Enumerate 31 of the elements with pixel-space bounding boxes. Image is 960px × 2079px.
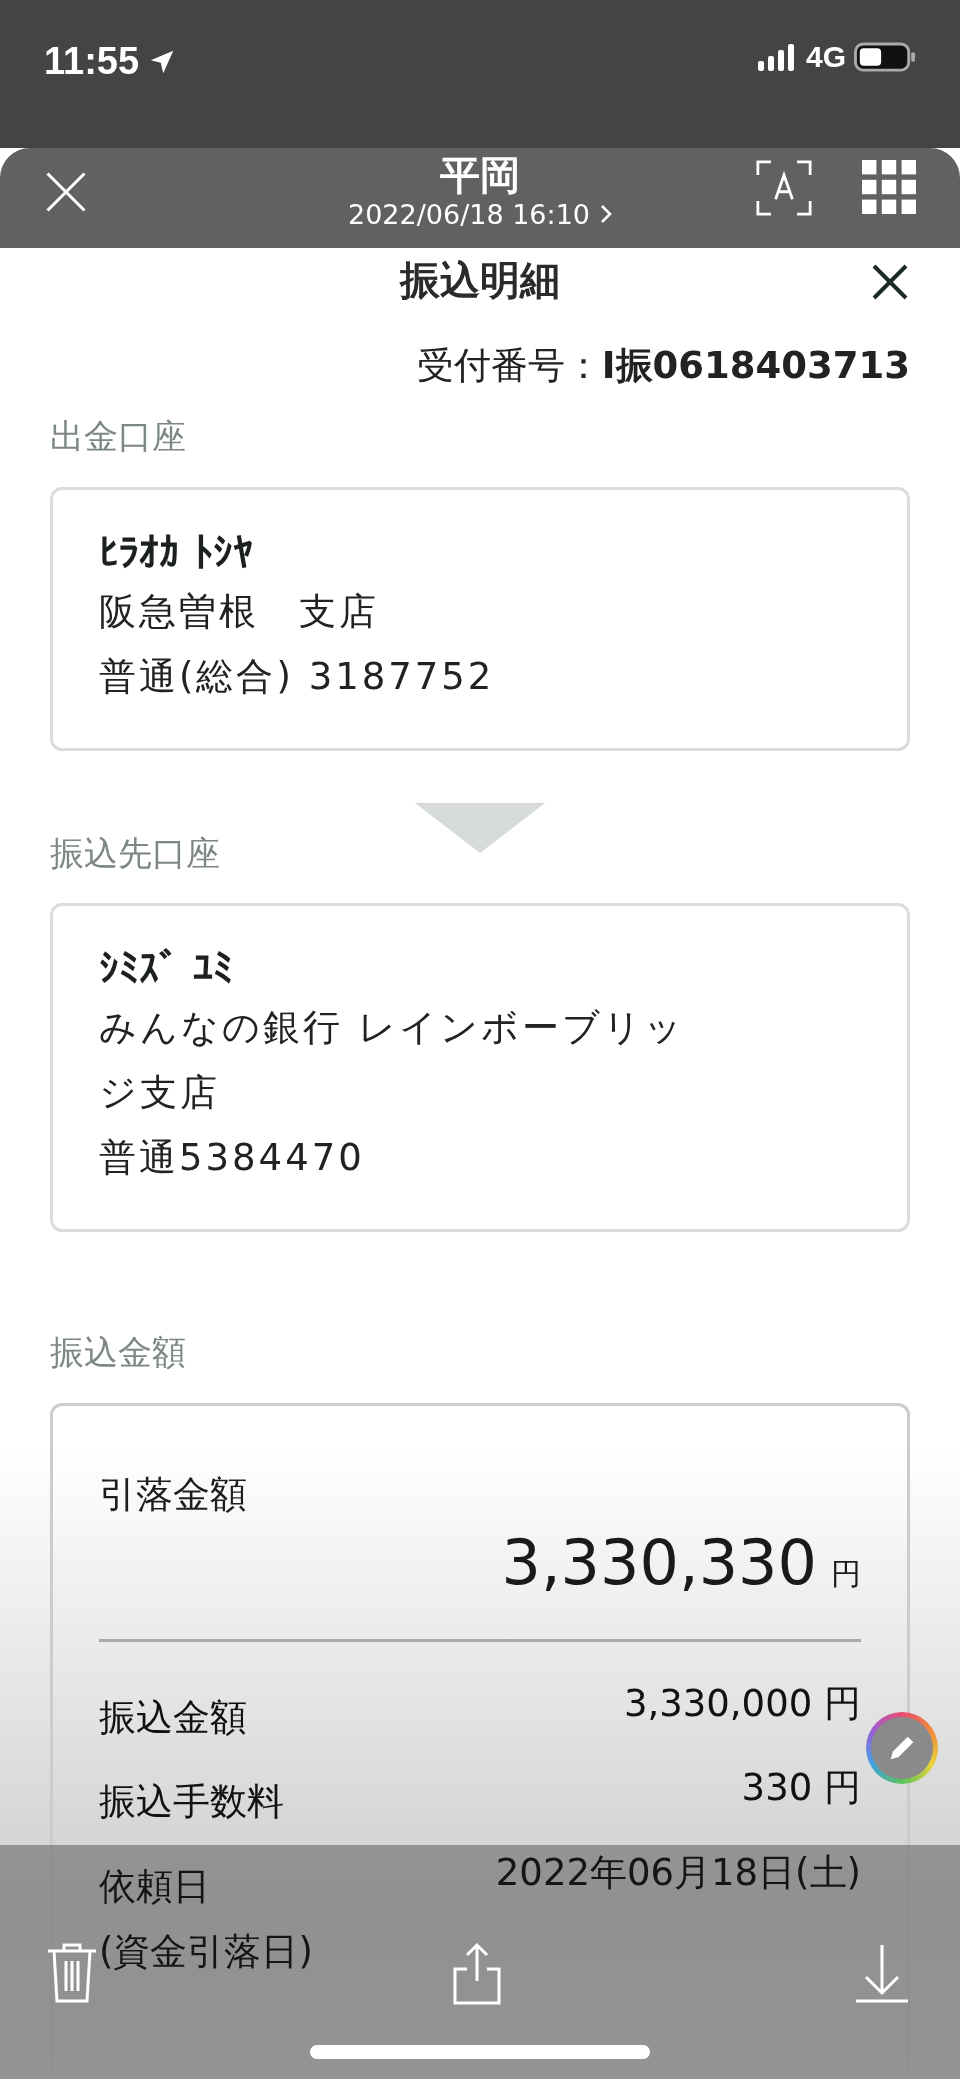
amount-label: 振込手数料 (99, 1779, 284, 1826)
account-name: ﾋﾗｵｶ ﾄｼﾔ (99, 528, 254, 578)
network-label: 4G (805, 40, 846, 74)
down-triangle-icon (415, 802, 545, 853)
photo-date[interactable]: 2022/06/18 16:10 (348, 198, 590, 230)
amount-label: 依頼日 (資金引落日) (99, 1864, 313, 1975)
amount-value: 3,330,000 円 (623, 1680, 861, 1727)
account-detail: 普通5384470 (99, 1135, 366, 1181)
amount-value: 2022年06月18日(土) (495, 1850, 861, 1897)
currency-unit: 円 (831, 1554, 861, 1593)
chevron-right-icon[interactable] (600, 204, 612, 224)
section-heading: 出金口座 (49, 416, 187, 458)
total-amount: 3,330,330 (501, 1525, 817, 1599)
amount-value: 330 円 (741, 1765, 861, 1812)
grid-icon[interactable] (862, 160, 916, 214)
section-heading: 振込先口座 (49, 832, 221, 874)
clock-time: 11:55 (44, 40, 140, 83)
account-detail: 普通(総合) 3187752 (99, 653, 496, 700)
page-title: 振込明細 (400, 260, 560, 300)
close-icon[interactable] (870, 262, 910, 302)
battery-icon (854, 42, 916, 72)
account-detail: みんなの銀行 レインボーブリッジ支店 (99, 1005, 686, 1117)
amount-label: 振込金額 (99, 1694, 247, 1741)
reception-number: 受付番号：I振0618403713 (415, 344, 911, 389)
account-detail: 阪急曽根 支店 (99, 589, 380, 636)
photo-title: 平岡 (440, 150, 520, 199)
live-text-icon[interactable] (756, 160, 812, 216)
total-label: 引落金額 (99, 1471, 248, 1518)
account-name: ｼﾐｽﾞ ﾕﾐ (99, 944, 234, 994)
close-icon[interactable] (44, 170, 88, 214)
section-heading: 振込金額 (49, 1331, 187, 1373)
